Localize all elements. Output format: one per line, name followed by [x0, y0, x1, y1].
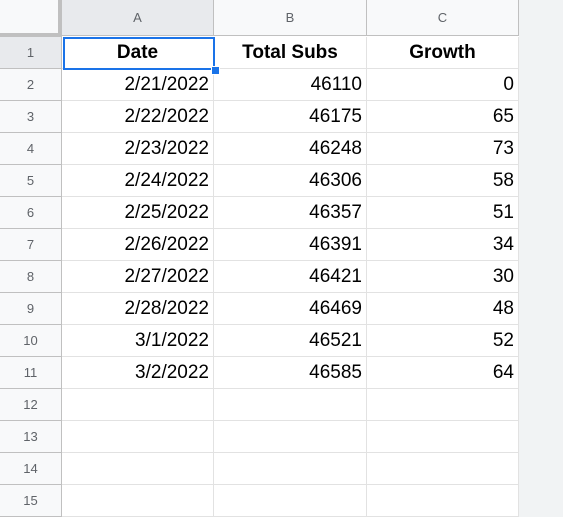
- empty-cell[interactable]: [367, 421, 519, 453]
- data-cell[interactable]: 2/22/2022: [62, 101, 214, 133]
- row-header-9[interactable]: 9: [0, 293, 62, 325]
- row-header-7[interactable]: 7: [0, 229, 62, 261]
- data-cell[interactable]: 64: [367, 357, 519, 389]
- row-header-2[interactable]: 2: [0, 69, 62, 101]
- row-header-13[interactable]: 13: [0, 421, 62, 453]
- data-cell[interactable]: 46391: [214, 229, 367, 261]
- row-header-3[interactable]: 3: [0, 101, 62, 133]
- data-cell[interactable]: 73: [367, 133, 519, 165]
- empty-cell[interactable]: [214, 453, 367, 485]
- column-header-C[interactable]: C: [367, 0, 519, 36]
- row-header-11[interactable]: 11: [0, 357, 62, 389]
- data-cell[interactable]: 2/28/2022: [62, 293, 214, 325]
- data-cell[interactable]: 3/2/2022: [62, 357, 214, 389]
- data-cell[interactable]: 58: [367, 165, 519, 197]
- empty-cell[interactable]: [367, 485, 519, 517]
- column-header-B[interactable]: B: [214, 0, 367, 36]
- column-header-A[interactable]: A: [62, 0, 214, 36]
- empty-cell[interactable]: [62, 485, 214, 517]
- data-cell[interactable]: 0: [367, 69, 519, 101]
- row-header-12[interactable]: 12: [0, 389, 62, 421]
- data-cell[interactable]: 34: [367, 229, 519, 261]
- data-cell[interactable]: 46421: [214, 261, 367, 293]
- fill-handle[interactable]: [211, 66, 220, 75]
- row-header-1[interactable]: 1: [0, 37, 62, 69]
- data-cell[interactable]: 2/27/2022: [62, 261, 214, 293]
- empty-cell[interactable]: [367, 453, 519, 485]
- data-cell[interactable]: 46248: [214, 133, 367, 165]
- empty-cell[interactable]: [62, 389, 214, 421]
- row-header-14[interactable]: 14: [0, 453, 62, 485]
- data-cell[interactable]: 46585: [214, 357, 367, 389]
- empty-cell[interactable]: [214, 389, 367, 421]
- empty-cell[interactable]: [62, 453, 214, 485]
- data-cell[interactable]: 2/24/2022: [62, 165, 214, 197]
- data-cell[interactable]: 51: [367, 197, 519, 229]
- data-cell[interactable]: 30: [367, 261, 519, 293]
- row-header-10[interactable]: 10: [0, 325, 62, 357]
- data-cell[interactable]: 46306: [214, 165, 367, 197]
- row-header-6[interactable]: 6: [0, 197, 62, 229]
- empty-cell[interactable]: [367, 389, 519, 421]
- empty-cell[interactable]: [214, 485, 367, 517]
- empty-cell[interactable]: [62, 421, 214, 453]
- row-header-8[interactable]: 8: [0, 261, 62, 293]
- data-cell[interactable]: 2/26/2022: [62, 229, 214, 261]
- data-cell[interactable]: 48: [367, 293, 519, 325]
- header-cell[interactable]: Growth: [367, 37, 519, 69]
- data-cell[interactable]: 65: [367, 101, 519, 133]
- data-cell[interactable]: 46469: [214, 293, 367, 325]
- data-cell[interactable]: 2/23/2022: [62, 133, 214, 165]
- data-cell[interactable]: 2/25/2022: [62, 197, 214, 229]
- empty-cell[interactable]: [214, 421, 367, 453]
- data-cell[interactable]: 46357: [214, 197, 367, 229]
- header-cell[interactable]: Total Subs: [214, 37, 367, 69]
- select-all-corner[interactable]: [0, 0, 62, 37]
- row-header-15[interactable]: 15: [0, 485, 62, 517]
- row-header-4[interactable]: 4: [0, 133, 62, 165]
- spreadsheet-grid: A B C 1 Date Total Subs Growth 2 2/21/2022 46110 0…: [0, 0, 519, 517]
- row-header-5[interactable]: 5: [0, 165, 62, 197]
- data-cell[interactable]: 46521: [214, 325, 367, 357]
- data-cell[interactable]: 46110: [214, 69, 367, 101]
- data-cell[interactable]: 52: [367, 325, 519, 357]
- data-cell[interactable]: 3/1/2022: [62, 325, 214, 357]
- header-cell[interactable]: Date: [62, 37, 214, 69]
- data-cell[interactable]: 46175: [214, 101, 367, 133]
- data-cell[interactable]: 2/21/2022: [62, 69, 214, 101]
